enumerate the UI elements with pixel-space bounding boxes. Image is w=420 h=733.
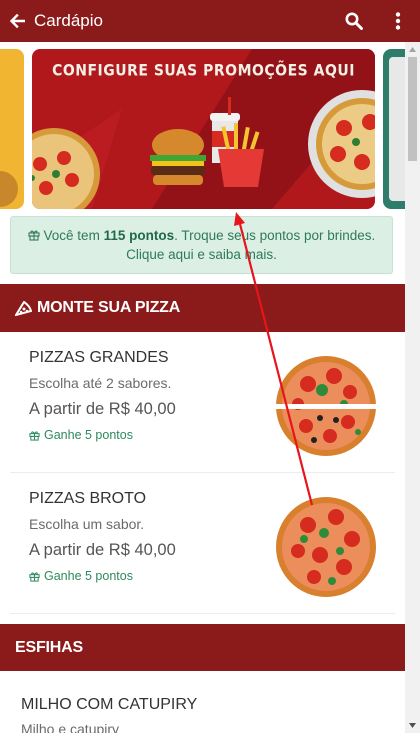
item-description: Milho e catupiry (21, 721, 120, 733)
pizza-image (276, 497, 376, 597)
points-line-1: Você tem 115 pontos. Troque seus pontos … (11, 226, 392, 245)
scrollbar-thumb[interactable] (408, 57, 417, 161)
search-button[interactable] (332, 0, 376, 42)
gift-icon (28, 230, 40, 241)
item-name: PIZZAS GRANDES (29, 349, 169, 366)
arrow-left-icon (9, 13, 25, 29)
menu-item-pizzas-grandes[interactable]: PIZZAS GRANDES Escolha até 2 sabores. A … (10, 332, 395, 473)
promo-carousel[interactable]: CONFIGURE SUAS PROMOÇÕES AQUI (0, 42, 405, 214)
menu-content: CONFIGURE SUAS PROMOÇÕES AQUI Você tem 1… (0, 42, 405, 733)
scroll-up-arrow-icon[interactable] (405, 42, 420, 57)
burger (150, 129, 206, 185)
page-title: Cardápio (34, 11, 103, 30)
pizza-image (0, 171, 18, 207)
carousel-slide-previous[interactable] (0, 49, 24, 209)
section-header-esfihas: ESFIHAS (0, 624, 405, 671)
menu-item-milho-com-catupiry[interactable]: MILHO COM CATUPIRY Milho e catupiry (10, 671, 395, 733)
vertical-scrollbar[interactable] (405, 42, 420, 733)
item-points-earn: Ganhe 5 pontos (29, 428, 133, 442)
gift-icon (29, 430, 40, 441)
points-prefix: Você tem (43, 228, 104, 243)
item-price: A partir de R$ 40,00 (29, 400, 176, 418)
next-slide-image (389, 57, 405, 201)
gift-icon (29, 571, 40, 582)
loyalty-points-banner[interactable]: Você tem 115 pontos. Troque seus pontos … (10, 216, 393, 274)
pizza-half-half-image (274, 356, 378, 456)
back-button[interactable] (0, 0, 34, 42)
section-header-monte-sua-pizza: MONTE SUA PIZZA (0, 284, 405, 332)
promo-banner-title: CONFIGURE SUAS PROMOÇÕES AQUI (52, 61, 355, 81)
points-learn-more-link[interactable]: Clique aqui e saiba mais. (11, 245, 392, 264)
more-options-button[interactable] (376, 0, 420, 42)
earn-label: Ganhe 5 pontos (44, 569, 133, 583)
scroll-down-arrow-icon[interactable] (405, 718, 420, 733)
top-app-bar: Cardápio (0, 0, 420, 42)
menu-item-pizzas-broto[interactable]: PIZZAS BROTO Escolha um sabor. A partir … (10, 473, 395, 614)
item-name: MILHO COM CATUPIRY (21, 696, 198, 713)
item-description: Escolha um sabor. (29, 516, 145, 532)
carousel-slide-active[interactable]: CONFIGURE SUAS PROMOÇÕES AQUI (32, 49, 375, 209)
item-price: A partir de R$ 40,00 (29, 541, 176, 559)
item-points-earn: Ganhe 5 pontos (29, 569, 133, 583)
section-title: MONTE SUA PIZZA (37, 299, 181, 316)
section-title: ESFIHAS (15, 638, 83, 656)
item-name: PIZZAS BROTO (29, 490, 147, 507)
toolbar-actions (332, 0, 420, 42)
search-icon (345, 12, 363, 30)
carousel-slide-next[interactable] (383, 49, 405, 209)
item-description: Escolha até 2 sabores. (29, 375, 172, 391)
points-count: 115 pontos (103, 228, 175, 243)
pizza-slice-icon (15, 300, 32, 316)
kebab-menu-icon (395, 12, 401, 30)
points-suffix: . Troque seus pontos por brindes. (174, 228, 376, 243)
earn-label: Ganhe 5 pontos (44, 428, 133, 442)
app-window: Cardápio CONFIGURE SUAS PROMOÇÕES AQUI V… (0, 0, 420, 733)
